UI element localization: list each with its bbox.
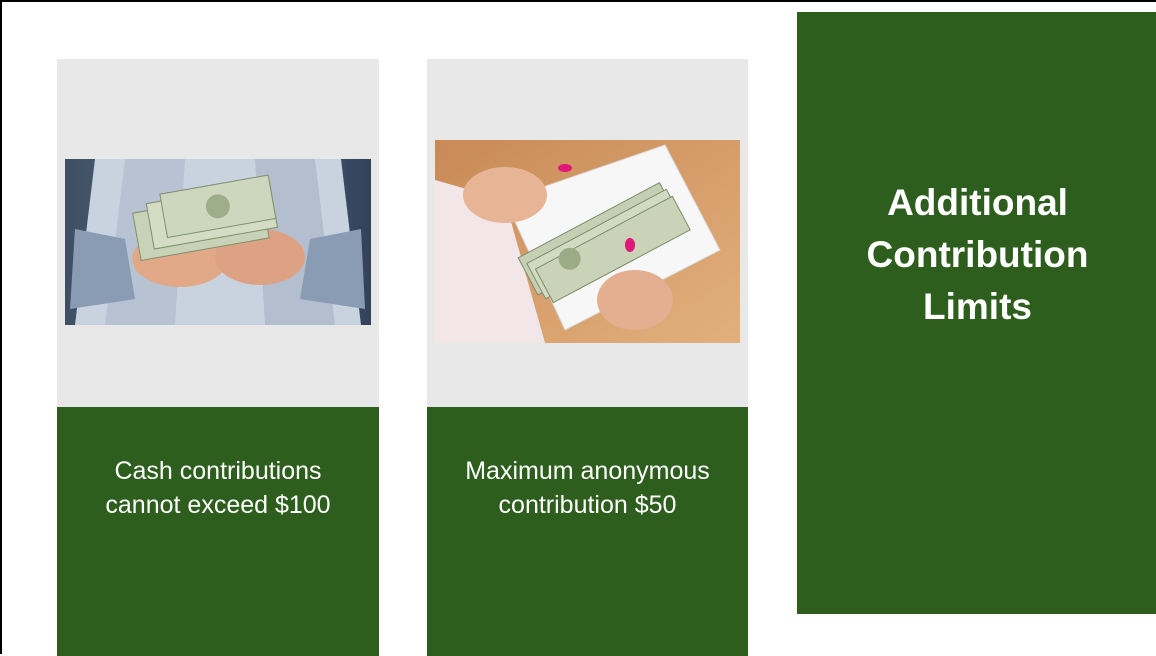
card-2-caption-panel: Maximum anonymous contribution $50 bbox=[427, 407, 748, 656]
card-1-caption-panel: Cash contributions cannot exceed $100 bbox=[57, 407, 379, 656]
envelope-cash-photo bbox=[435, 140, 740, 343]
card-2-caption-line-1: Maximum anonymous bbox=[465, 456, 710, 485]
slide-title: Additional Contribution Limits bbox=[867, 177, 1089, 333]
card-1-caption: Cash contributions cannot exceed $100 bbox=[105, 454, 330, 522]
cash-counting-photo bbox=[65, 159, 371, 325]
slide-title-line-1: Additional bbox=[887, 182, 1068, 223]
card-1-caption-line-2: cannot exceed $100 bbox=[105, 490, 331, 519]
title-panel: Additional Contribution Limits bbox=[797, 12, 1156, 614]
card-2-caption: Maximum anonymous contribution $50 bbox=[465, 454, 710, 522]
card-2-caption-line-2: contribution $50 bbox=[498, 490, 677, 519]
slide: Cash contributions cannot exceed $100 Ma… bbox=[0, 0, 1156, 656]
card-1-caption-line-1: Cash contributions bbox=[114, 456, 322, 485]
slide-title-line-2: Contribution bbox=[866, 234, 1089, 275]
slide-title-line-3: Limits bbox=[923, 286, 1032, 327]
